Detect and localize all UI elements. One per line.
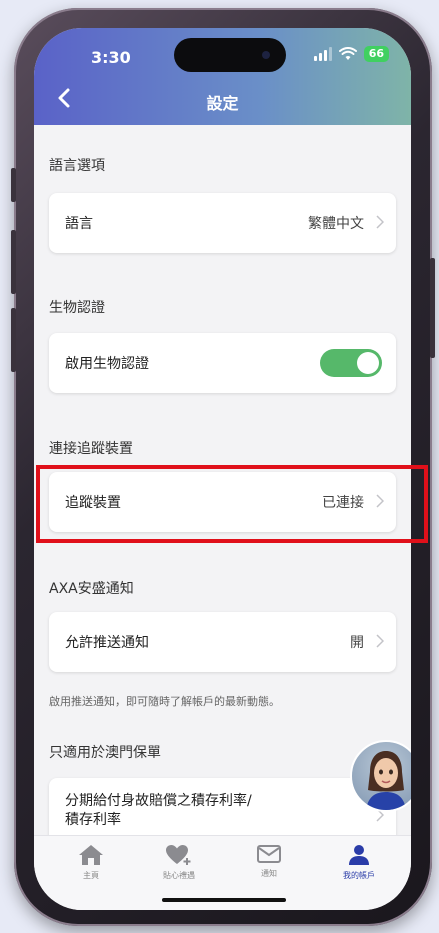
mail-icon [257,845,281,863]
section-title-notifications: AXA安盛通知 [49,581,134,597]
tab-home[interactable]: 主頁 [56,844,126,881]
section-title-tracker: 連接追蹤裝置 [49,441,133,457]
section-title-language: 語言選項 [49,158,105,174]
home-icon [79,845,103,865]
volume-down-button [11,308,16,372]
volume-up-button [11,230,16,294]
biometric-toggle[interactable] [320,349,382,377]
signal-icon [313,47,332,61]
app-header: 3:30 66 設定 [34,28,411,125]
chevron-right-icon [376,634,384,648]
selection-highlight [36,465,428,543]
section-title-macau: 只適用於澳門保單 [49,745,161,761]
tab-home-label: 主頁 [83,871,99,880]
section-title-biometric: 生物認證 [49,300,105,316]
wifi-icon [338,47,357,60]
tab-my-account[interactable]: 我的帳戶 [324,844,394,881]
power-button [430,258,435,358]
home-indicator [162,898,286,902]
interest-rate-label: 分期給付身故賠償之積存利率/ 積存利率 [65,792,252,830]
heart-plus-icon [166,845,191,865]
tab-notifications[interactable]: 通知 [234,844,304,879]
biometric-row: 啟用生物認證 [49,333,396,393]
status-icons: 66 [313,46,389,62]
toggle-knob [357,352,379,374]
battery-icon: 66 [363,46,389,62]
bottom-tab-bar: 主頁 貼心禮遇 通知 我的帳戶 [34,835,411,910]
language-row[interactable]: 語言 繁體中文 [49,193,396,253]
biometric-label: 啟用生物認證 [65,356,149,372]
camera-icon [262,51,270,59]
push-notification-label: 允許推送通知 [65,635,149,651]
dynamic-island [174,38,286,72]
language-label: 語言 [65,216,93,232]
assistant-avatar-icon [366,751,406,810]
push-notification-row[interactable]: 允許推送通知 開 [49,612,396,672]
person-icon [349,845,369,865]
page-title: 設定 [206,94,239,113]
interest-rate-line2: 積存利率 [65,812,121,828]
tab-notifications-label: 通知 [261,869,277,878]
push-notification-note: 啟用推送通知，即可隨時了解帳戶的最新動態。 [49,695,280,708]
tab-rewards-label: 貼心禮遇 [163,871,195,880]
status-time: 3:30 [91,48,131,67]
chevron-right-icon [376,215,384,229]
push-notification-value: 開 [350,635,364,651]
tab-my-account-label: 我的帳戶 [343,871,375,880]
interest-rate-line1: 分期給付身故賠償之積存利率/ [65,793,252,809]
tab-rewards[interactable]: 貼心禮遇 [144,844,214,881]
mute-switch [11,168,16,202]
language-value: 繁體中文 [308,216,364,232]
